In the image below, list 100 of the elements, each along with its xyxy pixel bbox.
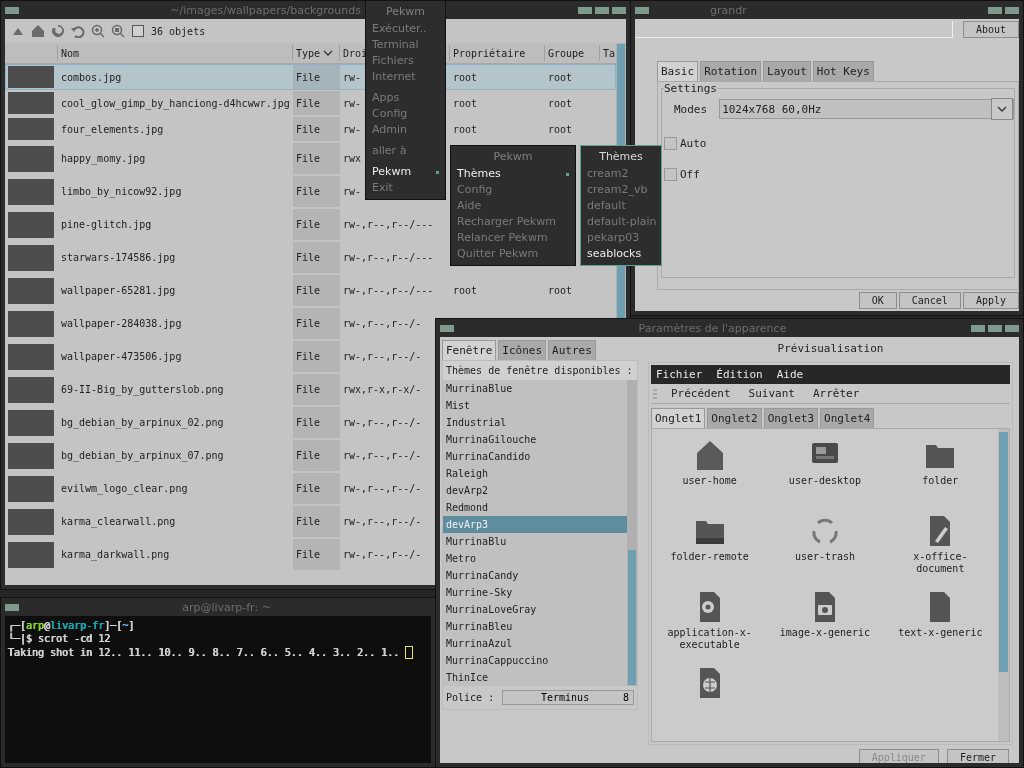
table-cell: File — [293, 242, 340, 273]
theme-list-item[interactable]: Mist — [443, 397, 627, 414]
undo-icon[interactable] — [71, 24, 85, 38]
column-header[interactable]: Groupe — [544, 45, 599, 61]
window-button[interactable] — [5, 6, 19, 14]
theme-list-item[interactable]: MurrinaGilouche — [443, 431, 627, 448]
theme-list-item[interactable]: MurrinaCandy — [443, 567, 627, 584]
window-button[interactable] — [1005, 324, 1019, 332]
scrollbar[interactable] — [627, 380, 637, 686]
dialog-button[interactable]: Fermer — [946, 749, 1009, 763]
tab[interactable]: Onglet2 — [707, 408, 762, 428]
theme-list-item[interactable]: MurrinaLoveGray — [443, 601, 627, 618]
home-icon[interactable] — [31, 24, 45, 38]
table-cell: File — [293, 65, 340, 89]
reload-icon[interactable] — [51, 24, 65, 38]
menu-item[interactable]: seablocks — [581, 246, 661, 262]
table-cell-text: root — [452, 71, 478, 83]
tab[interactable]: Icônes — [498, 340, 547, 360]
tab[interactable]: Onglet3 — [763, 408, 819, 428]
modes-dropdown[interactable]: 1024x768 60,0Hz — [719, 99, 1014, 119]
toolbar-button[interactable]: Suivant — [744, 387, 799, 400]
menu-item[interactable]: Aide — [776, 368, 804, 381]
dialog-button[interactable]: Cancel — [898, 292, 961, 309]
file-name: cool_glow_gimp_by_hanciong-d4hcwwr.jpg — [60, 97, 290, 109]
zoom-in-icon[interactable] — [91, 24, 105, 38]
theme-list-item[interactable]: Murrine-Sky — [443, 584, 627, 601]
window-button[interactable] — [578, 6, 592, 14]
column-header[interactable]: Type — [292, 45, 339, 61]
checkbox-icon[interactable] — [131, 24, 145, 38]
tab[interactable]: Fenêtre — [442, 340, 497, 360]
photo-placeholder — [8, 310, 54, 337]
menu-item[interactable]: Édition — [716, 368, 763, 381]
table-cell-text: rw-,r--,r--/--- — [342, 219, 434, 230]
theme-list-item[interactable]: MurrinaBlu — [443, 533, 627, 550]
theme-list-item[interactable]: Raleigh — [443, 465, 627, 482]
toolbar-button[interactable]: Arrêter — [808, 387, 864, 400]
checkbox[interactable] — [664, 137, 677, 150]
scrollbar[interactable] — [998, 429, 1009, 741]
theme-list-item[interactable]: ThinIce — [443, 669, 627, 686]
tab[interactable]: Autres — [548, 340, 596, 360]
table-cell-text: rw-,r--,r--/--- — [342, 252, 434, 263]
tab[interactable]: Hot Keys — [812, 61, 874, 81]
column-header[interactable]: Propriétaire — [449, 45, 544, 61]
checkbox[interactable] — [664, 168, 677, 181]
menu-item[interactable]: Fichier — [656, 368, 703, 381]
window-button[interactable] — [612, 6, 626, 14]
tab[interactable]: Onglet4 — [820, 408, 875, 428]
icon-label: folder-remote — [669, 551, 750, 563]
window-button[interactable] — [971, 324, 985, 332]
file-name: bg_debian_by_arpinux_07.png — [60, 450, 224, 461]
text-field[interactable] — [635, 21, 953, 38]
tab[interactable]: Rotation — [700, 61, 762, 81]
icon-label: user-trash — [793, 551, 857, 563]
menu-title: Thèmes — [598, 149, 644, 165]
window-button[interactable] — [988, 6, 1002, 14]
table-cell-text: rw-,r--,r--/- — [342, 351, 422, 362]
column-header[interactable]: Nom — [57, 45, 292, 61]
window-button[interactable] — [1005, 6, 1019, 14]
window-button[interactable] — [988, 324, 1002, 332]
zoom-fit-icon[interactable] — [111, 24, 125, 38]
tab[interactable]: Basic — [657, 61, 699, 81]
table-cell: File — [293, 117, 340, 141]
item-count: 36 objets — [151, 25, 206, 37]
dialog-button[interactable]: Apply — [962, 292, 1019, 309]
window-button[interactable] — [635, 6, 649, 14]
theme-list-item[interactable]: MurrinaCandido — [443, 448, 627, 465]
theme-list-item[interactable]: devArp2 — [443, 482, 627, 499]
table-cell: File — [293, 506, 340, 537]
table-cell: File — [293, 473, 340, 504]
window-button[interactable] — [440, 324, 454, 332]
toolbar-button[interactable]: Précédent — [667, 387, 735, 400]
icon-label: application-x-executable — [666, 627, 753, 651]
theme-list-item[interactable]: MurrinaBleu — [443, 618, 627, 635]
field-label: Modes — [674, 102, 708, 116]
theme-list-item[interactable]: Metro — [443, 550, 627, 567]
tab[interactable]: Layout — [763, 61, 811, 81]
table-cell: File — [293, 176, 340, 207]
font-button[interactable]: Terminus 8 — [502, 690, 634, 705]
about-button[interactable]: About — [962, 21, 1019, 38]
tab[interactable]: Onglet1 — [651, 408, 706, 428]
theme-list-item[interactable]: Industrial — [443, 414, 627, 431]
theme-list-item[interactable]: MurrinaCappuccino — [443, 652, 627, 669]
table-cell-text: rw- — [342, 123, 362, 135]
table-cell-text: root — [452, 97, 478, 109]
photo-placeholder — [8, 541, 54, 568]
menu-item[interactable]: Pekwm — [366, 164, 445, 180]
theme-list-item[interactable]: MurrinaAzul — [443, 635, 627, 652]
window-button[interactable] — [595, 6, 609, 14]
icon-label: x-office-document — [912, 551, 969, 575]
theme-list-item[interactable]: Redmond — [443, 499, 627, 516]
window-button[interactable] — [5, 603, 19, 611]
table-cell: File — [293, 539, 340, 570]
menu-item[interactable]: Thèmes — [451, 166, 575, 182]
photo-placeholder — [8, 178, 54, 205]
theme-list-item[interactable]: MurrinaBlue — [443, 380, 627, 397]
table-cell-text: root — [547, 285, 573, 296]
menu-title: Pekwm — [384, 4, 427, 20]
dialog-button[interactable]: OK — [858, 292, 897, 309]
window-title: arp@livarp-fr: ~ — [182, 600, 271, 614]
chevron-icon — [997, 106, 1007, 112]
